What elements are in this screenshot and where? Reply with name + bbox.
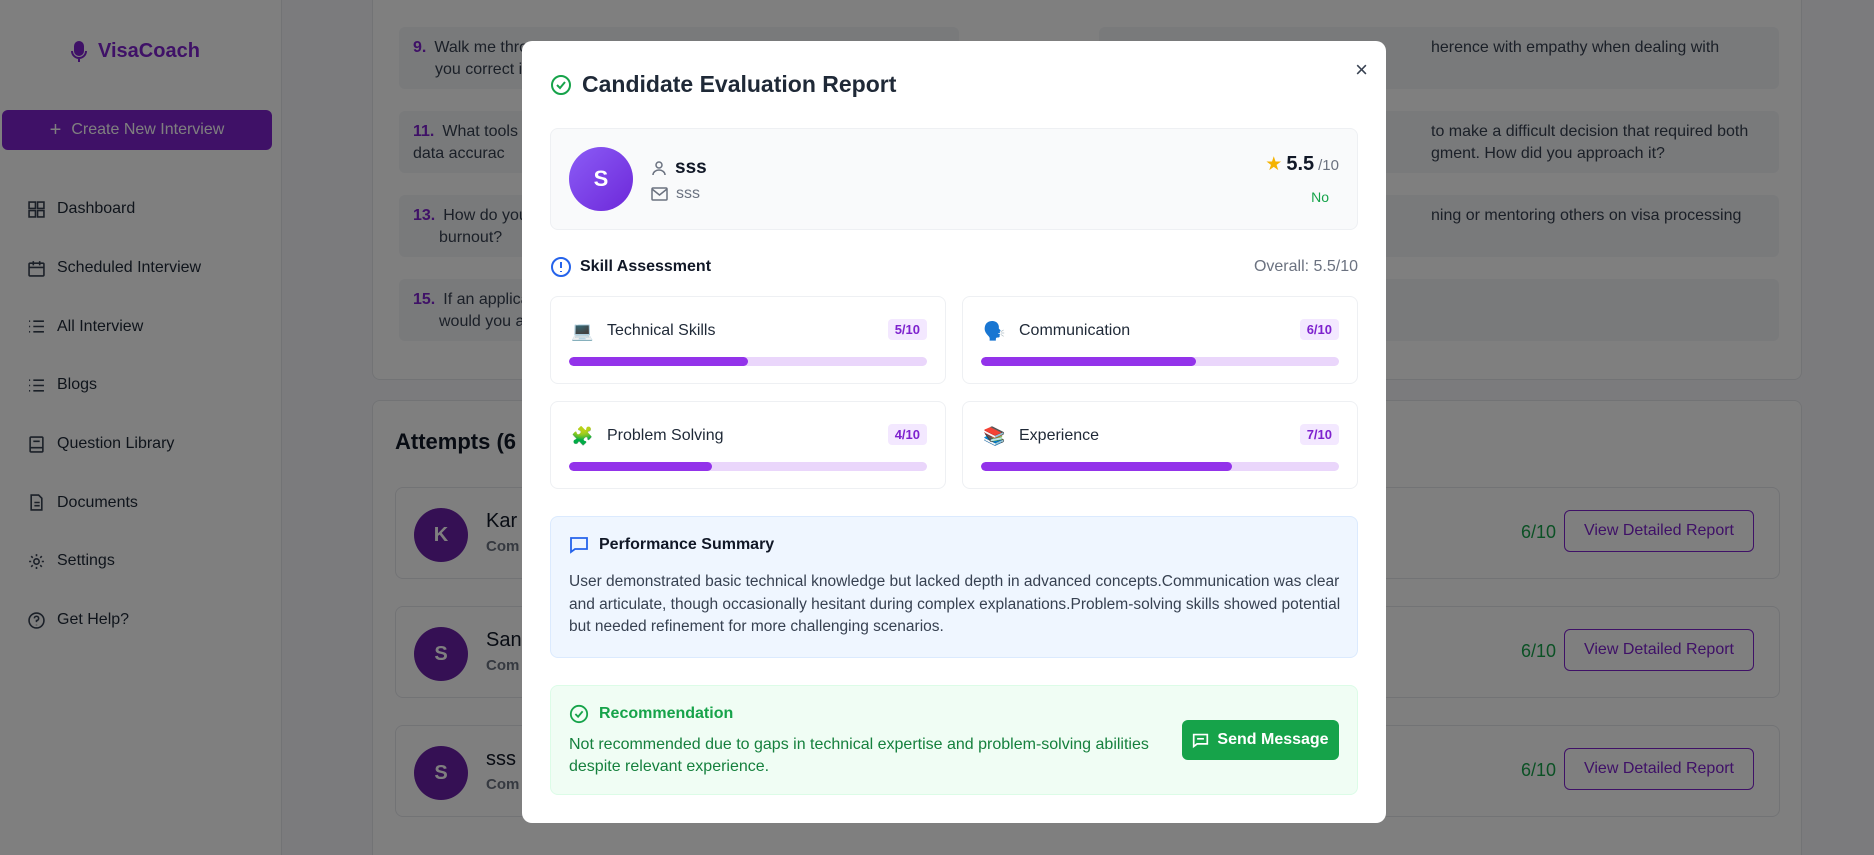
skill-progress-fill [981, 462, 1232, 471]
skill-score: 4/10 [887, 424, 927, 445]
send-message-label: Send Message [1217, 731, 1329, 748]
recommendation-panel: Recommendation Not recommended due to ga… [550, 685, 1358, 795]
skill-progress-bar [981, 357, 1339, 366]
recommendation-text: Not recommended due to gaps in technical… [569, 736, 1149, 775]
skill-assessment-title: Skill Assessment [580, 258, 712, 275]
skill-assessment-heading: Skill Assessment [550, 256, 711, 278]
check-circle-icon [551, 74, 571, 95]
check-circle-icon [569, 704, 589, 724]
skill-progress-bar [981, 462, 1339, 471]
laptop-icon: 💻 [571, 321, 594, 341]
skill-card-experience: 📚 Experience 7/10 [962, 401, 1358, 489]
candidate-name-row: sss [651, 157, 707, 179]
candidate-profile: S sss sss ★ 5.5 /10 No [550, 128, 1358, 230]
score-value: 5.5 [1286, 153, 1315, 175]
skill-label: Problem Solving [607, 427, 724, 444]
skill-overall: Overall: 5.5/10 [1253, 258, 1358, 275]
info-icon [551, 257, 571, 277]
recommendation-badge: No [1311, 189, 1329, 205]
skill-progress-bar [569, 462, 927, 471]
puzzle-icon: 🧩 [571, 426, 594, 446]
skill-label: Technical Skills [607, 322, 716, 339]
skill-score: 5/10 [887, 319, 927, 340]
candidate-email: sss [676, 185, 700, 202]
close-icon[interactable]: × [1355, 57, 1368, 83]
recommendation-heading: Recommendation [569, 704, 733, 724]
skill-progress-fill [569, 462, 713, 471]
modal-title: Candidate Evaluation Report [550, 71, 896, 98]
performance-summary: Performance Summary User demonstrated ba… [550, 516, 1358, 658]
skill-progress-fill [569, 357, 748, 366]
speaking-head-icon: 🗣️ [983, 321, 1006, 341]
user-icon [652, 161, 666, 176]
candidate-email-row: sss [651, 185, 700, 203]
modal-title-text: Candidate Evaluation Report [582, 71, 897, 97]
avatar: S [569, 147, 633, 211]
books-icon: 📚 [983, 426, 1006, 446]
evaluation-report-modal: × Candidate Evaluation Report S sss sss … [522, 41, 1386, 823]
recommendation-title: Recommendation [599, 705, 734, 722]
skill-label: Communication [1019, 322, 1131, 339]
message-icon [1193, 733, 1209, 748]
mail-icon [651, 187, 668, 201]
send-message-button[interactable]: Send Message [1182, 720, 1339, 760]
skill-card-problem-solving: 🧩 Problem Solving 4/10 [550, 401, 946, 489]
skill-card-communication: 🗣️ Communication 6/10 [962, 296, 1358, 384]
overall-score: ★ 5.5 /10 [1265, 153, 1339, 176]
skill-score: 7/10 [1299, 424, 1339, 445]
skill-label: Experience [1019, 427, 1100, 444]
skill-score: 6/10 [1299, 319, 1339, 340]
performance-summary-heading: Performance Summary [569, 535, 774, 555]
score-max: /10 [1318, 157, 1339, 174]
candidate-name: sss [675, 157, 707, 178]
performance-summary-text: User demonstrated basic technical knowle… [569, 573, 1341, 635]
skill-card-technical: 💻 Technical Skills 5/10 [550, 296, 946, 384]
star-icon: ★ [1265, 154, 1283, 175]
skill-progress-bar [569, 357, 927, 366]
skill-progress-fill [981, 357, 1196, 366]
performance-summary-title: Performance Summary [599, 536, 775, 553]
chat-bubble-icon [570, 537, 588, 554]
